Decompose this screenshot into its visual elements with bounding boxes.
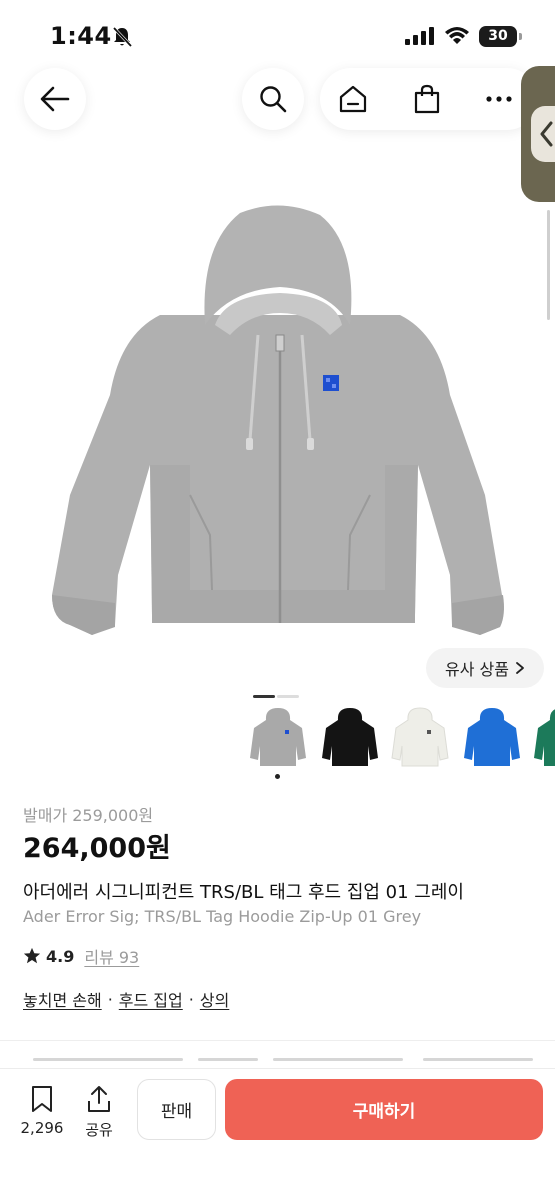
chevron-right-icon (516, 662, 524, 674)
tag-list: 놓치면 손해 · 후드 집업 · 상의 (23, 987, 229, 1011)
bell-muted-icon (112, 26, 132, 48)
scrollbar[interactable] (547, 210, 550, 320)
buy-button[interactable]: 구매하기 (225, 1079, 543, 1140)
similar-products-button[interactable]: 유사 상품 (426, 648, 544, 688)
arrow-left-icon (40, 86, 70, 112)
home-button[interactable] (334, 80, 372, 118)
save-count: 2,296 (20, 1119, 64, 1137)
swatch-black[interactable] (320, 706, 380, 770)
more-dots-icon (486, 96, 512, 102)
home-icon (339, 85, 367, 113)
battery-indicator: 30 (479, 26, 522, 47)
more-button[interactable] (480, 80, 518, 118)
share-button[interactable]: 공유 (74, 1085, 124, 1140)
tag-link[interactable]: 후드 집업 (119, 987, 183, 1011)
sell-button[interactable]: 판매 (137, 1079, 216, 1140)
swatch-blue[interactable] (462, 706, 522, 770)
gallery-dot (277, 695, 299, 698)
shopping-bag-icon (414, 84, 440, 114)
cellular-signal-icon (405, 27, 434, 45)
selected-swatch-indicator (275, 774, 280, 779)
search-button[interactable] (242, 68, 304, 130)
share-label: 공유 (85, 1121, 113, 1139)
status-time: 1:44 (50, 22, 112, 50)
share-icon (88, 1086, 110, 1112)
tag-link[interactable]: 상의 (200, 987, 229, 1011)
back-button[interactable] (24, 68, 86, 130)
color-swatches (244, 700, 555, 775)
status-bar: 1:44 30 (0, 0, 555, 70)
tag-link[interactable]: 놓치면 손해 (23, 987, 102, 1011)
side-panel-grip (531, 106, 555, 162)
section-divider (0, 1040, 555, 1041)
tag-separator: · (107, 989, 113, 1009)
search-icon (260, 86, 287, 113)
bookmark-icon (32, 1086, 52, 1112)
bottom-action-bar: 2,296 공유 판매 구매하기 (0, 1068, 555, 1200)
obscured-content (23, 1058, 543, 1068)
save-button[interactable]: 2,296 (17, 1085, 67, 1137)
chevron-left-icon (540, 121, 553, 147)
review-link[interactable]: 리뷰 93 (84, 944, 139, 968)
swatch-grey[interactable] (248, 706, 308, 770)
rating-score: 4.9 (46, 946, 75, 966)
gallery-dot-active (253, 695, 275, 698)
current-price: 264,000원 (23, 833, 171, 864)
star-icon (23, 947, 41, 964)
nav-actions-group (320, 68, 538, 130)
side-panel-handle[interactable] (521, 66, 555, 202)
product-title-ko: 아더에러 시그니피컨트 TRS/BL 태그 후드 집업 01 그레이 (23, 882, 464, 903)
similar-products-label: 유사 상품 (445, 660, 509, 679)
wifi-icon (445, 27, 469, 44)
bag-button[interactable] (408, 80, 446, 118)
product-image[interactable] (40, 195, 515, 645)
product-title-en: Ader Error Sig; TRS/BL Tag Hoodie Zip-Up… (23, 907, 422, 926)
tag-separator: · (188, 989, 194, 1009)
release-price: 발매가 259,000원 (23, 806, 154, 825)
rating-row: 4.9 리뷰 93 (23, 944, 139, 968)
swatch-green[interactable] (532, 706, 555, 770)
swatch-ivory[interactable] (390, 706, 450, 770)
